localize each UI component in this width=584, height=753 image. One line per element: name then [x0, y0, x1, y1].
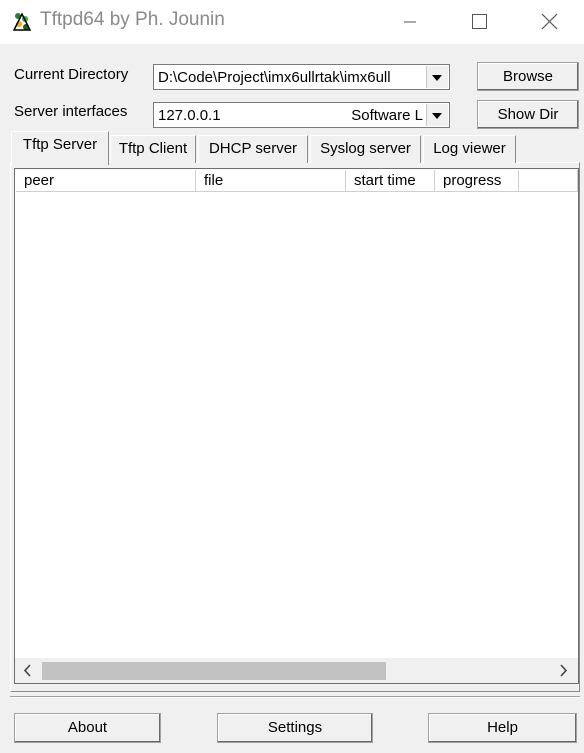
tab-syslog-server[interactable]: Syslog server — [310, 135, 421, 163]
show-dir-button[interactable]: Show Dir — [477, 100, 579, 129]
maximize-button[interactable] — [450, 0, 506, 44]
title-bar[interactable]: Tftpd64 by Ph. Jounin — [0, 0, 584, 44]
server-interfaces-combo[interactable]: 127.0.0.1 Software L — [153, 102, 450, 128]
tab-tftp-server[interactable]: Tftp Server — [11, 131, 109, 165]
column-header-file[interactable]: file — [196, 170, 346, 192]
chevron-right-icon — [560, 664, 568, 677]
current-directory-combo[interactable]: D:\Code\Project\imx6ullrtak\imx6ull — [153, 64, 450, 90]
about-button[interactable]: About — [14, 713, 161, 743]
column-header-progress[interactable]: progress — [435, 170, 519, 192]
column-header-extra[interactable] — [519, 170, 578, 192]
separator — [10, 696, 580, 698]
current-directory-label: Current Directory — [14, 66, 129, 83]
tftpd64-app-icon — [10, 10, 34, 34]
transfers-list[interactable]: peer file start time progress — [14, 168, 579, 684]
column-header-start-time[interactable]: start time — [346, 170, 435, 192]
scroll-left-button[interactable] — [17, 658, 39, 683]
maximize-icon — [472, 14, 487, 29]
scroll-right-button[interactable] — [552, 658, 574, 683]
horizontal-scrollbar[interactable] — [15, 658, 578, 683]
server-interfaces-label: Server interfaces — [14, 103, 128, 120]
close-button[interactable] — [522, 0, 578, 44]
tab-dhcp-server[interactable]: DHCP server — [198, 135, 308, 163]
minimize-button[interactable] — [382, 0, 438, 44]
server-interfaces-ip: 127.0.0.1 — [158, 107, 221, 124]
minimize-icon — [404, 21, 416, 23]
server-interfaces-name: Software L — [351, 107, 423, 124]
chevron-down-icon[interactable] — [426, 66, 448, 88]
settings-button[interactable]: Settings — [217, 713, 373, 743]
help-button[interactable]: Help — [428, 713, 577, 743]
browse-button[interactable]: Browse — [477, 62, 579, 91]
tab-log-viewer[interactable]: Log viewer — [423, 135, 516, 163]
chevron-down-icon[interactable] — [426, 104, 448, 126]
scrollbar-thumb[interactable] — [42, 662, 386, 680]
close-icon — [541, 13, 558, 30]
column-header-peer[interactable]: peer — [16, 170, 196, 192]
chevron-left-icon — [23, 664, 31, 677]
window-title: Tftpd64 by Ph. Jounin — [40, 9, 225, 30]
tab-tftp-client[interactable]: Tftp Client — [110, 135, 196, 163]
client-area: Current Directory D:\Code\Project\imx6ul… — [0, 44, 584, 753]
current-directory-value: D:\Code\Project\imx6ullrtak\imx6ull — [158, 69, 391, 86]
